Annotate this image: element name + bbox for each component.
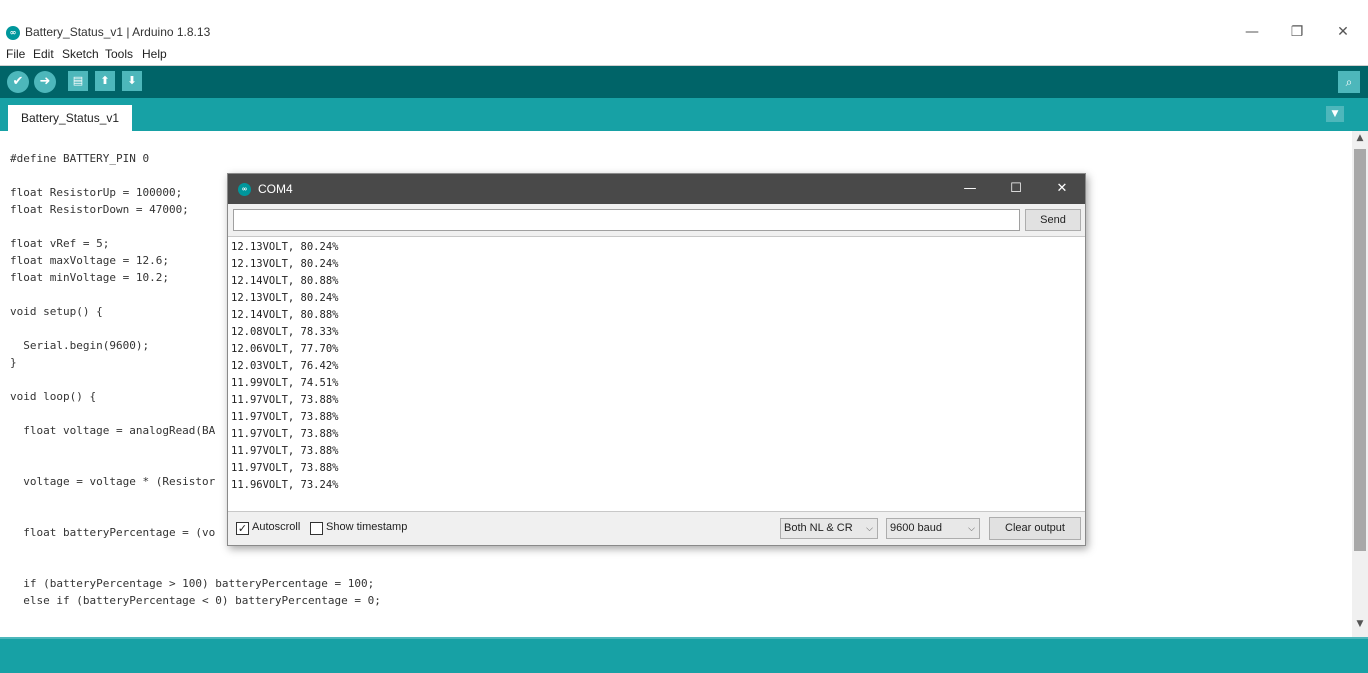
code-line: float batteryPercentage = (vo — [10, 526, 216, 539]
clear-output-button[interactable]: Clear output — [989, 517, 1081, 540]
code-line: float maxVoltage = 12.6; — [10, 254, 169, 267]
output-line: 12.14VOLT, 80.88% — [231, 309, 339, 321]
autoscroll-label: Autoscroll — [252, 521, 301, 533]
serial-output[interactable]: 12.13VOLT, 80.24% 12.13VOLT, 80.24% 12.1… — [228, 236, 1085, 512]
close-button[interactable]: ✕ — [1328, 22, 1358, 42]
menu-edit[interactable]: Edit — [33, 47, 54, 61]
menu-tools[interactable]: Tools — [105, 47, 133, 61]
output-line: 11.97VOLT, 73.88% — [231, 394, 339, 406]
output-line: 11.97VOLT, 73.88% — [231, 411, 339, 423]
serial-monitor-titlebar: ∞ COM4 — ☐ ✕ — [228, 174, 1085, 204]
output-line: 11.97VOLT, 73.88% — [231, 462, 339, 474]
code-line: #define BATTERY_PIN 0 — [10, 152, 150, 165]
arduino-logo-icon: ∞ — [238, 183, 251, 196]
output-line: 11.97VOLT, 73.88% — [231, 428, 339, 440]
arduino-logo-icon: ∞ — [6, 26, 20, 40]
output-line: 12.13VOLT, 80.24% — [231, 292, 339, 304]
code-line: float ResistorDown = 47000; — [10, 203, 189, 216]
code-line: voltage = voltage * (Resistor — [10, 475, 216, 488]
output-line: 11.97VOLT, 73.88% — [231, 445, 339, 457]
minimize-button[interactable]: — — [1237, 22, 1267, 42]
baud-rate-value: 9600 baud — [890, 522, 942, 534]
code-line: Serial.begin(9600); — [10, 339, 150, 352]
scroll-up-icon[interactable]: ▲ — [1352, 133, 1368, 147]
output-line: 11.96VOLT, 73.24% — [231, 479, 339, 491]
serial-monitor-footer: ✓ Autoscroll Show timestamp Both NL & CR… — [228, 513, 1085, 545]
code-line: float minVoltage = 10.2; — [10, 271, 169, 284]
serial-monitor-window: ∞ COM4 — ☐ ✕ Send 12.13VOLT, 80.24% 12.1… — [227, 173, 1086, 546]
autoscroll-checkbox[interactable]: ✓ — [236, 522, 249, 535]
code-line: if (batteryPercentage > 100) batteryPerc… — [10, 577, 375, 590]
code-line: else if (batteryPercentage < 0) batteryP… — [10, 594, 381, 607]
scroll-down-icon[interactable]: ▼ — [1352, 619, 1368, 633]
serial-minimize-button[interactable]: — — [956, 179, 984, 199]
editor-scrollbar[interactable]: ▲ ▼ — [1352, 131, 1368, 637]
code-line: void setup() { — [10, 305, 103, 318]
serial-close-button[interactable]: ✕ — [1048, 179, 1076, 199]
output-line: 12.06VOLT, 77.70% — [231, 343, 339, 355]
show-timestamp-label: Show timestamp — [326, 521, 408, 533]
verify-icon[interactable]: ✔ — [7, 71, 29, 93]
serial-monitor-title: COM4 — [258, 182, 293, 196]
chevron-down-icon: ⌵ — [866, 523, 873, 533]
new-sketch-icon[interactable]: ▤ — [68, 71, 88, 91]
menu-help[interactable]: Help — [142, 47, 167, 61]
code-line: float ResistorUp = 100000; — [10, 186, 183, 199]
serial-maximize-button[interactable]: ☐ — [1002, 179, 1030, 199]
send-button[interactable]: Send — [1025, 209, 1081, 231]
output-line: 12.13VOLT, 80.24% — [231, 258, 339, 270]
tab-battery-status-v1[interactable]: Battery_Status_v1 — [8, 105, 133, 131]
output-line: 11.99VOLT, 74.51% — [231, 377, 339, 389]
code-line: void loop() { — [10, 390, 97, 403]
scrollbar-thumb[interactable] — [1354, 149, 1366, 551]
code-line: float voltage = analogRead(BA — [10, 424, 216, 437]
status-bar — [0, 637, 1368, 673]
open-sketch-icon[interactable]: ⬆ — [95, 71, 115, 91]
serial-monitor-icon[interactable]: ⌕ — [1338, 71, 1360, 93]
line-ending-value: Both NL & CR — [784, 522, 853, 534]
output-line: 12.03VOLT, 76.42% — [231, 360, 339, 372]
tab-menu-icon[interactable]: ▼ — [1326, 106, 1344, 122]
menu-file[interactable]: File — [6, 47, 25, 61]
line-ending-dropdown[interactable]: Both NL & CR ⌵ — [780, 518, 878, 539]
restore-button[interactable]: ❐ — [1282, 22, 1312, 42]
baud-rate-dropdown[interactable]: 9600 baud ⌵ — [886, 518, 980, 539]
show-timestamp-checkbox[interactable] — [310, 522, 323, 535]
save-sketch-icon[interactable]: ⬇ — [122, 71, 142, 91]
code-line: float vRef = 5; — [10, 237, 110, 250]
output-line: 12.13VOLT, 80.24% — [231, 241, 339, 253]
menu-bar: File Edit Sketch Tools Help — [0, 44, 1368, 66]
window-titlebar: ∞ Battery_Status_v1 | Arduino 1.8.13 — ❐… — [0, 0, 1368, 44]
serial-send-input[interactable] — [233, 209, 1020, 231]
tab-bar: Battery_Status_v1 ▼ — [0, 98, 1368, 131]
output-line: 12.08VOLT, 78.33% — [231, 326, 339, 338]
window-title: Battery_Status_v1 | Arduino 1.8.13 — [25, 25, 211, 39]
output-line: 12.14VOLT, 80.88% — [231, 275, 339, 287]
toolbar: ✔ ➜ ▤ ⬆ ⬇ ⌕ — [0, 66, 1368, 98]
code-line: } — [10, 356, 17, 369]
upload-icon[interactable]: ➜ — [34, 71, 56, 93]
menu-sketch[interactable]: Sketch — [62, 47, 99, 61]
chevron-down-icon: ⌵ — [968, 523, 975, 533]
